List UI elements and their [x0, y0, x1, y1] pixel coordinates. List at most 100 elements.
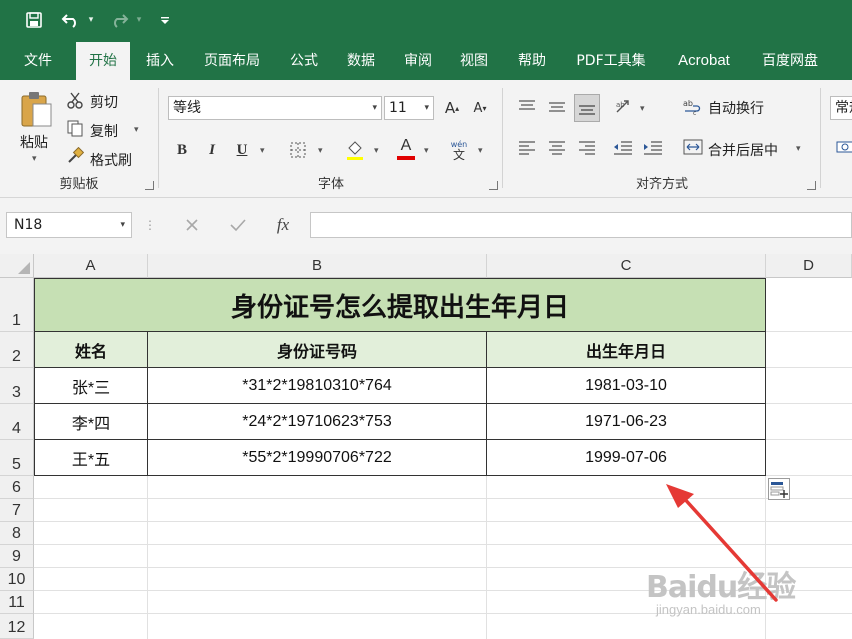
paste-label[interactable]: 粘贴	[20, 132, 48, 152]
column-header-c[interactable]: C	[487, 254, 766, 278]
font-size-select[interactable]: 11 ▾	[384, 96, 434, 120]
tab-acrobat[interactable]: Acrobat	[666, 42, 742, 80]
merge-center-icon[interactable]	[682, 136, 704, 158]
font-name-select[interactable]: 等线 ▾	[168, 96, 382, 120]
save-icon[interactable]	[22, 8, 46, 32]
table-cell-birth-date[interactable]: 1999-07-06	[487, 440, 766, 476]
undo-icon[interactable]	[58, 8, 84, 32]
undo-dropdown-icon[interactable]: ▾	[86, 8, 96, 32]
accounting-format-icon[interactable]	[834, 136, 852, 158]
row-header-1[interactable]: 1	[0, 278, 34, 332]
orientation-dropdown-icon[interactable]: ▾	[640, 104, 645, 114]
borders-icon[interactable]	[288, 140, 308, 160]
select-all-button[interactable]	[0, 254, 34, 278]
header-cell-name[interactable]: 姓名	[34, 332, 148, 368]
row-header-11[interactable]: 11	[0, 591, 34, 614]
tab-help[interactable]: 帮助	[508, 42, 556, 80]
copy-dropdown-icon[interactable]: ▾	[134, 125, 139, 135]
merge-center-label[interactable]: 合并后居中	[708, 140, 778, 160]
table-cell-name[interactable]: 张*三	[34, 368, 148, 404]
customize-qat-icon[interactable]	[158, 8, 172, 32]
row-header-7[interactable]: 7	[0, 499, 34, 522]
table-cell-id-number[interactable]: *31*2*19810310*764	[148, 368, 487, 404]
font-color-icon[interactable]: A	[396, 136, 416, 162]
align-middle-icon[interactable]	[546, 96, 568, 118]
cut-label[interactable]: 剪切	[90, 92, 118, 112]
redo-icon[interactable]	[106, 8, 132, 32]
row-header-12[interactable]: 12	[0, 614, 34, 639]
clipboard-launcher-icon[interactable]	[145, 181, 154, 190]
align-right-icon[interactable]	[576, 136, 598, 158]
font-color-dropdown-icon[interactable]: ▾	[424, 146, 429, 156]
merge-center-dropdown-icon[interactable]: ▾	[796, 144, 801, 154]
tab-review[interactable]: 审阅	[394, 42, 442, 80]
tab-baidu-netdisk[interactable]: 百度网盘	[752, 42, 828, 80]
wrap-text-icon[interactable]: ab c	[682, 96, 704, 118]
row-header-3[interactable]: 3	[0, 368, 34, 404]
italic-icon[interactable]: I	[202, 138, 222, 162]
quick-fill-options-icon[interactable]	[768, 478, 790, 500]
table-cell-birth-date[interactable]: 1981-03-10	[487, 368, 766, 404]
paste-icon[interactable]	[18, 90, 54, 130]
column-header-d[interactable]: D	[766, 254, 852, 278]
cancel-icon[interactable]	[180, 212, 204, 238]
phonetic-dropdown-icon[interactable]: ▾	[478, 146, 483, 156]
header-cell-id-number[interactable]: 身份证号码	[148, 332, 487, 368]
align-top-icon[interactable]	[516, 96, 538, 118]
tab-data[interactable]: 数据	[338, 42, 384, 80]
name-box[interactable]: N18 ▾	[6, 212, 132, 238]
decrease-indent-icon[interactable]	[612, 136, 634, 158]
tab-page-layout[interactable]: 页面布局	[194, 42, 270, 80]
table-cell-name[interactable]: 王*五	[34, 440, 148, 476]
row-header-4[interactable]: 4	[0, 404, 34, 440]
formula-input[interactable]	[310, 212, 852, 238]
table-title-cell[interactable]: 身份证号怎么提取出生年月日	[34, 278, 766, 332]
fill-color-dropdown-icon[interactable]: ▾	[374, 146, 379, 156]
orientation-icon[interactable]: ab	[612, 96, 636, 118]
format-painter-label[interactable]: 格式刷	[90, 150, 132, 170]
format-painter-icon[interactable]	[66, 146, 84, 166]
cut-icon[interactable]	[66, 90, 84, 110]
tab-pdf-tools[interactable]: PDF工具集	[566, 42, 656, 80]
row-header-9[interactable]: 9	[0, 545, 34, 568]
align-center-icon[interactable]	[546, 136, 568, 158]
column-header-a[interactable]: A	[34, 254, 148, 278]
row-header-5[interactable]: 5	[0, 440, 34, 476]
row-header-8[interactable]: 8	[0, 522, 34, 545]
enter-icon[interactable]	[226, 212, 250, 238]
wrap-text-label[interactable]: 自动换行	[708, 98, 764, 118]
bold-icon[interactable]: B	[172, 138, 192, 162]
number-format-select[interactable]: 常规	[830, 96, 852, 120]
table-cell-id-number[interactable]: *55*2*19990706*722	[148, 440, 487, 476]
increase-font-size-icon[interactable]: A ▴	[442, 96, 462, 120]
underline-icon[interactable]: U	[232, 138, 252, 162]
align-left-icon[interactable]	[516, 136, 538, 158]
table-cell-id-number[interactable]: *24*2*19710623*753	[148, 404, 487, 440]
insert-function-icon[interactable]: fx	[270, 212, 296, 238]
table-cell-name[interactable]: 李*四	[34, 404, 148, 440]
fill-color-icon[interactable]	[344, 138, 366, 162]
alignment-launcher-icon[interactable]	[807, 181, 816, 190]
font-launcher-icon[interactable]	[489, 181, 498, 190]
tab-formulas[interactable]: 公式	[280, 42, 328, 80]
align-bottom-icon[interactable]	[574, 94, 600, 122]
phonetic-guide-icon[interactable]: wén 文	[448, 136, 470, 164]
underline-dropdown-icon[interactable]: ▾	[260, 146, 265, 156]
tab-view[interactable]: 视图	[450, 42, 498, 80]
table-cell-birth-date[interactable]: 1971-06-23	[487, 404, 766, 440]
formula-bar-grip-icon[interactable]: ⋮	[144, 216, 156, 234]
decrease-font-size-icon[interactable]: A ▾	[470, 96, 490, 120]
borders-dropdown-icon[interactable]: ▾	[318, 146, 323, 156]
tab-home[interactable]: 开始	[76, 42, 130, 80]
row-header-6[interactable]: 6	[0, 476, 34, 499]
increase-indent-icon[interactable]	[642, 136, 664, 158]
copy-icon[interactable]	[66, 118, 84, 138]
tab-insert[interactable]: 插入	[136, 42, 184, 80]
redo-dropdown-icon[interactable]: ▾	[134, 8, 144, 32]
paste-dropdown-icon[interactable]: ▾	[32, 154, 37, 164]
row-header-2[interactable]: 2	[0, 332, 34, 368]
header-cell-birth-date[interactable]: 出生年月日	[487, 332, 766, 368]
row-header-10[interactable]: 10	[0, 568, 34, 591]
tab-file[interactable]: 文件	[12, 42, 64, 80]
copy-label[interactable]: 复制	[90, 121, 118, 141]
